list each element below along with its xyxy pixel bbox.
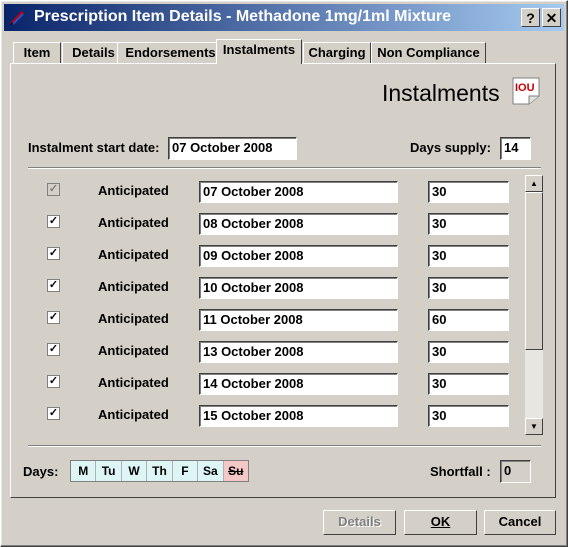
day-saturday[interactable]: Sa xyxy=(198,461,224,481)
instalment-quantity-field[interactable]: 30 xyxy=(428,245,509,267)
separator-bottom xyxy=(28,445,541,447)
instalment-status: Anticipated xyxy=(98,247,169,262)
iou-badge-text: IOU xyxy=(515,82,535,94)
instalment-checkbox[interactable]: ✓ xyxy=(47,375,60,388)
instalment-status: Anticipated xyxy=(98,375,169,390)
day-tuesday[interactable]: Tu xyxy=(96,461,122,481)
tab-endorsements[interactable]: Endorsements xyxy=(117,42,224,63)
days-label: Days: xyxy=(23,464,59,479)
instalment-checkbox[interactable]: ✓ xyxy=(47,247,60,260)
instalment-date-field[interactable]: 08 October 2008 xyxy=(199,213,398,235)
start-date-label: Instalment start date: xyxy=(28,140,160,155)
day-wednesday[interactable]: W xyxy=(121,461,148,481)
window-title: Prescription Item Details - Methadone 1m… xyxy=(34,8,451,25)
instalment-scrollbar[interactable]: ▲ ▼ xyxy=(525,175,543,435)
scroll-down-arrow-icon[interactable]: ▼ xyxy=(525,418,543,435)
tab-details[interactable]: Details xyxy=(62,42,125,63)
instalment-status: Anticipated xyxy=(98,343,169,358)
tab-charging[interactable]: Charging xyxy=(303,42,371,63)
cancel-button[interactable]: Cancel xyxy=(484,510,556,535)
instalment-date-field[interactable]: 11 October 2008 xyxy=(199,309,398,331)
page-heading: Instalments xyxy=(382,80,500,106)
instalment-date-field[interactable]: 15 October 2008 xyxy=(199,405,398,427)
tab-item[interactable]: Item xyxy=(13,42,61,63)
instalment-checkbox[interactable]: ✓ xyxy=(47,215,60,228)
close-button[interactable]: ✕ xyxy=(542,8,561,27)
instalment-status: Anticipated xyxy=(98,183,169,198)
shortfall-field: 0 xyxy=(500,460,531,483)
instalment-status: Anticipated xyxy=(98,311,169,326)
instalment-date-field[interactable]: 07 October 2008 xyxy=(199,181,398,203)
instalment-status: Anticipated xyxy=(98,407,169,422)
instalment-status: Anticipated xyxy=(98,215,169,230)
instalment-checkbox[interactable]: ✓ xyxy=(47,407,60,420)
prescription-pen-icon xyxy=(9,10,25,26)
title-bar[interactable]: Prescription Item Details - Methadone 1m… xyxy=(4,4,564,31)
instalment-checkbox[interactable]: ✓ xyxy=(47,343,60,356)
instalment-checkbox[interactable]: ✓ xyxy=(47,311,60,324)
instalment-quantity-field[interactable]: 30 xyxy=(428,373,509,395)
day-sunday[interactable]: Su xyxy=(223,461,248,481)
scroll-thumb[interactable] xyxy=(525,192,543,350)
instalment-quantity-field[interactable]: 60 xyxy=(428,309,509,331)
instalment-date-field[interactable]: 09 October 2008 xyxy=(199,245,398,267)
instalment-date-field[interactable]: 10 October 2008 xyxy=(199,277,398,299)
tab-non-compliance[interactable]: Non Compliance xyxy=(371,42,486,63)
day-thursday[interactable]: Th xyxy=(147,461,173,481)
start-date-field[interactable]: 07 October 2008 xyxy=(168,137,297,160)
days-selector: M Tu W Th F Sa Su xyxy=(70,460,249,482)
shortfall-label: Shortfall : xyxy=(430,464,491,479)
day-monday[interactable]: M xyxy=(71,461,97,481)
instalment-checkbox: ✓ xyxy=(47,183,60,196)
instalment-date-field[interactable]: 14 October 2008 xyxy=(199,373,398,395)
instalment-quantity-field[interactable]: 30 xyxy=(428,277,509,299)
tab-instalments[interactable]: Instalments xyxy=(216,39,302,64)
ok-button[interactable]: OK xyxy=(404,510,477,535)
instalment-quantity-field[interactable]: 30 xyxy=(428,181,509,203)
days-supply-field[interactable]: 14 xyxy=(500,137,531,160)
iou-badge-icon: IOU xyxy=(512,77,540,105)
day-friday[interactable]: F xyxy=(172,461,199,481)
scroll-up-arrow-icon[interactable]: ▲ xyxy=(525,175,543,192)
instalment-checkbox[interactable]: ✓ xyxy=(47,279,60,292)
help-button[interactable]: ? xyxy=(521,8,540,27)
instalment-quantity-field[interactable]: 30 xyxy=(428,341,509,363)
separator-top xyxy=(28,167,541,169)
instalment-date-field[interactable]: 13 October 2008 xyxy=(199,341,398,363)
instalment-quantity-field[interactable]: 30 xyxy=(428,213,509,235)
details-button[interactable]: Details xyxy=(323,510,396,535)
instalment-quantity-field[interactable]: 30 xyxy=(428,405,509,427)
days-supply-label: Days supply: xyxy=(410,140,491,155)
instalment-status: Anticipated xyxy=(98,279,169,294)
